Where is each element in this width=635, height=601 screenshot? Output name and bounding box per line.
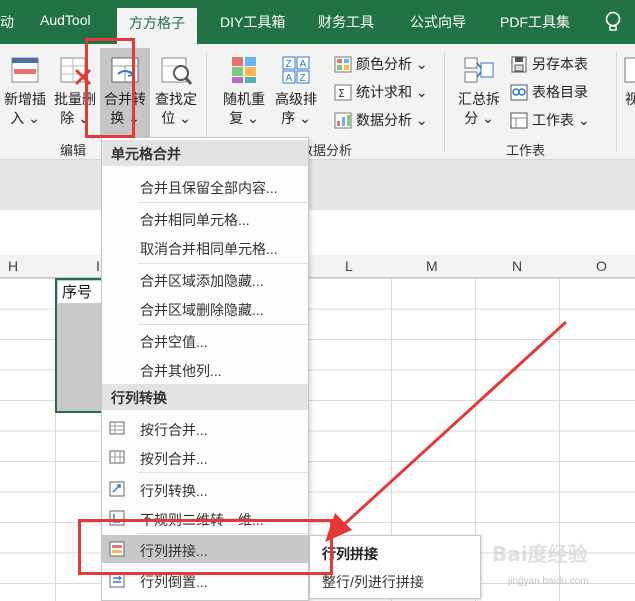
splice-tooltip: 行列拼接 整行/列进行拼接 <box>309 535 481 599</box>
merge-by-row-icon <box>109 421 125 435</box>
col-header-n[interactable]: N <box>512 258 522 274</box>
svg-text:A: A <box>286 73 293 84</box>
color-analysis-label: 颜色分析 ⌄ <box>356 56 428 72</box>
save-sheet-label: 另存本表 <box>532 56 588 72</box>
lightbulb-icon[interactable] <box>604 11 622 33</box>
advanced-sort-button[interactable]: Z A A Z 高级排 序 ⌄ <box>272 48 320 128</box>
tab-partial-left[interactable]: 动 <box>0 12 14 32</box>
color-analysis-button[interactable]: 颜色分析 ⌄ <box>334 54 428 74</box>
menu-item-merge-by-column[interactable]: 按列合并... <box>102 443 308 471</box>
menu-item-label: 行列转换... <box>140 483 208 499</box>
menu-separator <box>138 472 308 473</box>
menu-section-row-column-convert: 行列转换 <box>102 384 308 410</box>
menu-item-merge-other-columns[interactable]: 合并其他列... <box>102 355 308 383</box>
svg-text:A: A <box>300 59 307 70</box>
tab-formula-wizard[interactable]: 公式向导 <box>410 12 466 32</box>
menu-item-merge-keep-all[interactable]: 合并且保留全部内容... <box>102 172 308 200</box>
group-label-edit: 编辑 <box>60 143 87 158</box>
find-locate-button[interactable]: 查找定 位 ⌄ <box>152 48 200 128</box>
save-sheet-button[interactable]: 另存本表 <box>510 54 588 74</box>
svg-text:Z: Z <box>286 59 292 70</box>
view-label: 视 <box>625 91 635 107</box>
tooltip-description: 整行/列进行拼接 <box>322 574 424 590</box>
worksheet-icon <box>510 112 528 128</box>
color-analysis-icon <box>334 56 352 72</box>
data-analysis-icon <box>334 112 352 128</box>
find-locate-icon <box>161 57 193 85</box>
tab-audtool[interactable]: AudTool <box>40 12 91 28</box>
find-locate-line2: 位 ⌄ <box>161 110 191 126</box>
data-analysis-button[interactable]: 数据分析 ⌄ <box>334 110 428 130</box>
menu-item-merge-remove-hidden[interactable]: 合并区域删除隐藏... <box>102 294 308 322</box>
random-repeat-line2: 复 ⌄ <box>229 110 259 126</box>
new-insert-line1: 新增插 <box>4 91 46 107</box>
summary-split-icon <box>464 57 494 83</box>
menu-item-merge-by-row[interactable]: 按行合并... <box>102 414 308 442</box>
tab-diy-toolbox[interactable]: DIY工具箱 <box>220 12 285 32</box>
advanced-sort-line1: 高级排 <box>275 91 317 107</box>
highlight-box-merge-convert <box>85 38 135 138</box>
random-repeat-icon <box>232 57 256 83</box>
view-button-partial[interactable]: 视 <box>622 48 635 109</box>
sort-az-icon: Z A A Z <box>282 56 310 84</box>
col-header-i[interactable]: I <box>96 258 100 274</box>
summary-split-button[interactable]: 汇总拆 分 ⌄ <box>456 48 502 128</box>
col-header-l[interactable]: L <box>345 258 353 274</box>
svg-text:Z: Z <box>300 73 306 84</box>
random-repeat-button[interactable]: 随机重 复 ⌄ <box>220 48 268 128</box>
col-header-m[interactable]: M <box>426 258 438 274</box>
menu-separator <box>138 202 308 203</box>
menu-item-merge-same-cells[interactable]: 合并相同单元格... <box>102 204 308 232</box>
worksheet-button[interactable]: 工作表 ⌄ <box>510 110 590 130</box>
save-disk-icon <box>511 56 527 72</box>
view-icon <box>624 57 635 83</box>
highlight-box-row-column-splice <box>78 519 333 575</box>
svg-text:Σ: Σ <box>338 87 345 100</box>
cell-serial-number[interactable]: 序号 <box>58 281 102 303</box>
new-insert-button[interactable]: 新增插 入 ⌄ <box>2 48 48 128</box>
menu-item-label: 按行合并... <box>140 422 208 438</box>
find-locate-line1: 查找定 <box>155 91 197 107</box>
group-separator <box>616 52 617 152</box>
menu-item-label: 按列合并... <box>140 451 208 467</box>
transpose-icon <box>109 481 125 497</box>
menu-separator <box>138 263 308 264</box>
group-separator <box>444 52 445 152</box>
sheet-directory-icon <box>510 84 528 100</box>
baidu-watermark-url: jingyan.baidu.com <box>508 576 589 587</box>
sheet-directory-button[interactable]: 表格目录 <box>510 82 588 102</box>
merge-by-column-icon <box>109 450 125 464</box>
formula-bar-area <box>0 160 635 210</box>
stat-sum-button[interactable]: Σ 统计求和 ⌄ <box>334 82 428 102</box>
random-repeat-line1: 随机重 <box>223 91 265 107</box>
advanced-sort-line2: 序 ⌄ <box>281 110 311 126</box>
menu-item-merge-empty[interactable]: 合并空值... <box>102 326 308 354</box>
summary-split-line2: 分 ⌄ <box>464 110 494 126</box>
col-header-o[interactable]: O <box>596 258 607 274</box>
menu-item-unmerge-same-cells[interactable]: 取消合并相同单元格... <box>102 233 308 261</box>
col-header-h[interactable]: H <box>8 258 18 274</box>
stat-sum-label: 统计求和 ⌄ <box>356 84 428 100</box>
stat-sum-icon: Σ <box>334 84 352 100</box>
tab-pdf-tools[interactable]: PDF工具集 <box>500 12 570 32</box>
sheet-directory-label: 表格目录 <box>532 84 588 100</box>
menu-item-label: 行列倒置... <box>140 574 208 590</box>
spacer-area <box>0 210 635 255</box>
menu-separator <box>138 324 308 325</box>
summary-split-line1: 汇总拆 <box>458 91 500 107</box>
worksheet-label: 工作表 ⌄ <box>532 112 590 128</box>
menu-item-merge-add-hidden[interactable]: 合并区域添加隐藏... <box>102 265 308 293</box>
menu-section-cell-merge: 单元格合并 <box>102 140 308 166</box>
insert-rows-icon <box>11 57 39 83</box>
tab-finance-tools[interactable]: 财务工具 <box>318 12 374 32</box>
baidu-watermark: Bai度经验 <box>492 542 588 566</box>
menu-item-transpose[interactable]: 行列转换... <box>102 475 308 503</box>
data-analysis-label: 数据分析 ⌄ <box>356 112 428 128</box>
group-label-worksheet: 工作表 <box>506 143 546 158</box>
new-insert-line2: 入 ⌄ <box>10 110 40 126</box>
column-header-row: H I L M N O <box>0 255 635 278</box>
